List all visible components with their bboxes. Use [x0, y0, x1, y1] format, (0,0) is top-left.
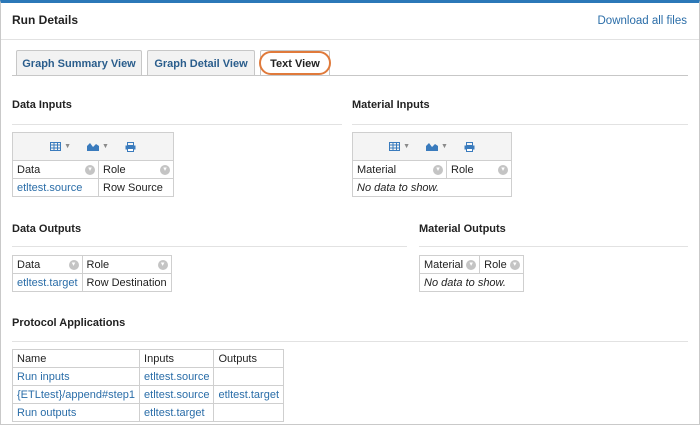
column-menu-icon[interactable]: ▾: [433, 165, 443, 175]
protocol-applications-divider: [12, 341, 688, 342]
material-inputs-table: Material ▾ Role ▾ No data to show.: [352, 160, 512, 197]
print-button[interactable]: [125, 141, 136, 152]
protocol-name-link[interactable]: {ETLtest}/append#step1: [11, 385, 141, 404]
protocol-name-link[interactable]: Run outputs: [11, 403, 141, 422]
column-header-data[interactable]: Data ▾: [12, 255, 83, 274]
data-link[interactable]: etltest.target: [12, 273, 83, 292]
column-menu-icon[interactable]: ▾: [498, 165, 508, 175]
column-header-material[interactable]: Material ▾: [418, 255, 481, 274]
chart-icon: [426, 143, 438, 151]
column-menu-icon[interactable]: ▾: [157, 260, 168, 270]
column-header-data[interactable]: Data ▾: [12, 160, 99, 179]
table-row: Run outputs etltest.target: [11, 403, 285, 422]
chevron-down-icon: ▼: [403, 143, 410, 150]
print-icon: [464, 141, 475, 152]
column-header-role[interactable]: Role ▾: [446, 160, 512, 179]
data-outputs-divider: [12, 246, 407, 247]
chart-button[interactable]: ▼: [87, 142, 109, 151]
data-outputs-table: Data ▾ Role ▾ etltest.target Row Destinati…: [12, 255, 172, 292]
column-menu-icon[interactable]: ▾: [466, 260, 477, 270]
print-button[interactable]: [464, 141, 475, 152]
empty-message: No data to show.: [352, 178, 512, 197]
text-view-highlight: [259, 51, 331, 75]
data-outputs-title: Data Outputs: [12, 223, 82, 235]
chart-button[interactable]: ▼: [426, 142, 448, 151]
column-header-role[interactable]: Role ▾: [98, 160, 174, 179]
table-row: etltest.target Row Destination: [12, 273, 172, 292]
data-inputs-title: Data Inputs: [12, 99, 72, 111]
protocol-inputs-link[interactable]: etltest.target: [139, 403, 215, 422]
table-row: {ETLtest}/append#step1 etltest.source et…: [11, 385, 285, 404]
download-all-files-link[interactable]: Download all files: [598, 15, 688, 27]
column-header-material[interactable]: Material ▾: [352, 160, 447, 179]
table-row: etltest.source Row Source: [12, 178, 174, 197]
column-header-role[interactable]: Role ▾: [81, 255, 172, 274]
material-inputs-title: Material Inputs: [352, 99, 430, 111]
header-divider: [1, 39, 699, 40]
column-header-outputs: Outputs: [213, 349, 285, 368]
protocol-applications-table: Name Inputs Outputs Run inputs etltest.s…: [11, 349, 285, 422]
grid-view-button[interactable]: ▼: [389, 142, 410, 151]
column-menu-icon[interactable]: ▾: [160, 165, 170, 175]
protocol-inputs-link[interactable]: etltest.source: [139, 367, 215, 386]
data-inputs-table: Data ▾ Role ▾ etltest.source Row Source: [12, 160, 174, 197]
print-icon: [125, 141, 136, 152]
column-menu-icon[interactable]: ▾: [509, 260, 520, 270]
role-cell: Row Destination: [81, 273, 172, 292]
chevron-down-icon: ▼: [441, 143, 448, 150]
protocol-outputs-link[interactable]: etltest.target: [213, 385, 285, 404]
grid-view-button[interactable]: ▼: [50, 142, 71, 151]
protocol-name-link[interactable]: Run inputs: [11, 367, 141, 386]
protocol-applications-title: Protocol Applications: [12, 317, 126, 329]
protocol-outputs-link[interactable]: [213, 403, 285, 422]
role-cell: Row Source: [98, 178, 174, 197]
column-menu-icon[interactable]: ▾: [85, 165, 95, 175]
data-inputs-toolbar: ▼ ▼: [12, 132, 174, 160]
column-header-name: Name: [11, 349, 141, 368]
chart-icon: [87, 143, 99, 151]
chevron-down-icon: ▼: [102, 143, 109, 150]
tab-bar-divider: [12, 75, 688, 76]
empty-message: No data to show.: [419, 273, 524, 292]
run-details-panel: Run Details Download all files Graph Sum…: [0, 0, 700, 425]
material-inputs-toolbar: ▼ ▼: [352, 132, 512, 160]
protocol-outputs-link[interactable]: [213, 367, 285, 386]
material-outputs-title: Material Outputs: [419, 223, 506, 235]
material-outputs-table: Material ▾ Role ▾ No data to show.: [418, 255, 524, 292]
protocol-inputs-link[interactable]: etltest.source: [139, 385, 215, 404]
page-title: Run Details: [12, 13, 79, 27]
tab-graph-detail-view[interactable]: Graph Detail View: [147, 50, 255, 76]
data-inputs-divider: [12, 124, 342, 125]
grid-icon: [389, 142, 401, 151]
column-header-inputs: Inputs: [139, 349, 215, 368]
material-outputs-divider: [419, 246, 688, 247]
tab-graph-summary-view[interactable]: Graph Summary View: [16, 50, 142, 76]
data-link[interactable]: etltest.source: [12, 178, 99, 197]
table-row: Run inputs etltest.source: [11, 367, 285, 386]
table-row: No data to show.: [419, 273, 524, 292]
material-inputs-divider: [352, 124, 688, 125]
table-row: No data to show.: [352, 178, 512, 197]
chevron-down-icon: ▼: [64, 143, 71, 150]
column-header-role[interactable]: Role ▾: [479, 255, 524, 274]
grid-icon: [50, 142, 62, 151]
column-menu-icon[interactable]: ▾: [68, 260, 79, 270]
